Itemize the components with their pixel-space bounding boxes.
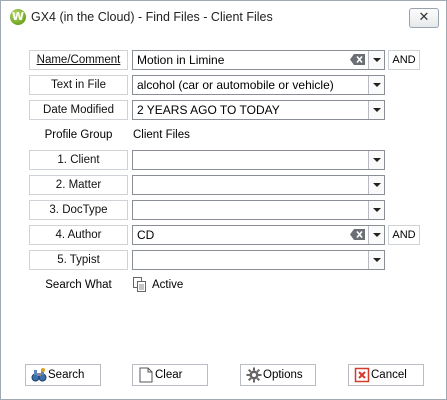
documents-icon — [133, 277, 146, 292]
find-files-dialog: W GX4 (in the Cloud) - Find Files - Clie… — [0, 0, 447, 400]
client-combo[interactable] — [132, 150, 385, 170]
author-combo[interactable]: CD — [132, 225, 385, 245]
text-in-file-label-button[interactable]: Text in File — [29, 75, 128, 95]
typist-combo[interactable] — [132, 250, 385, 270]
date-modified-combo[interactable]: 2 YEARS AGO TO TODAY — [132, 100, 385, 120]
name-comment-label-button[interactable]: Name/Comment — [29, 50, 128, 70]
date-modified-label-button[interactable]: Date Modified — [29, 100, 128, 120]
cancel-x-icon — [354, 367, 370, 383]
author-and-button[interactable]: AND — [388, 225, 420, 245]
chevron-down-icon[interactable] — [368, 151, 384, 169]
author-label-button[interactable]: 4. Author — [29, 225, 128, 245]
chevron-down-icon[interactable] — [368, 251, 384, 269]
matter-label-button[interactable]: 2. Matter — [29, 175, 128, 195]
window-title: GX4 (in the Cloud) - Find Files - Client… — [31, 10, 273, 24]
client-label-button[interactable]: 1. Client — [29, 150, 128, 170]
date-modified-value: 2 YEARS AGO TO TODAY — [137, 103, 280, 117]
title-bar: W GX4 (in the Cloud) - Find Files - Clie… — [1, 1, 446, 35]
cancel-button[interactable]: Cancel — [348, 364, 424, 386]
search-button-label: Search — [48, 369, 85, 381]
date-modified-label: Date Modified — [43, 104, 114, 116]
chevron-down-icon[interactable] — [368, 51, 384, 69]
profile-group-value: Client Files — [133, 129, 190, 141]
typist-label: 5. Typist — [57, 254, 100, 266]
app-logo-icon: W — [10, 9, 26, 25]
author-label: 4. Author — [55, 229, 102, 241]
chevron-down-icon[interactable] — [368, 176, 384, 194]
backspace-x-icon[interactable] — [350, 54, 366, 65]
options-button[interactable]: Options — [240, 364, 316, 386]
text-in-file-value: alcohol (car or automobile or vehicle) — [137, 78, 334, 92]
matter-label: 2. Matter — [55, 179, 102, 191]
chevron-down-icon[interactable] — [368, 101, 384, 119]
matter-combo[interactable] — [132, 175, 385, 195]
doctype-label-button[interactable]: 3. DocType — [29, 200, 128, 220]
search-binoculars-icon — [31, 368, 47, 382]
author-value: CD — [137, 228, 155, 242]
text-in-file-label: Text in File — [51, 79, 106, 91]
close-button[interactable]: ✕ — [409, 8, 439, 28]
name-comment-label: Name/Comment — [36, 54, 121, 66]
search-what-label: Search What — [45, 279, 112, 291]
typist-label-button[interactable]: 5. Typist — [29, 250, 128, 270]
doctype-label: 3. DocType — [49, 204, 108, 216]
name-comment-and-button[interactable]: AND — [388, 50, 420, 70]
text-in-file-combo[interactable]: alcohol (car or automobile or vehicle) — [132, 75, 385, 95]
cancel-button-label: Cancel — [371, 369, 407, 381]
clear-button[interactable]: Clear — [132, 364, 208, 386]
name-comment-combo[interactable]: Motion in Limine — [132, 50, 385, 70]
doctype-combo[interactable] — [132, 200, 385, 220]
search-button[interactable]: Search — [25, 364, 101, 386]
profile-group-label: Profile Group — [44, 129, 113, 141]
backspace-x-icon[interactable] — [350, 229, 366, 240]
gear-icon — [246, 367, 262, 383]
options-button-label: Options — [263, 369, 303, 381]
chevron-down-icon[interactable] — [368, 76, 384, 94]
chevron-down-icon[interactable] — [368, 226, 384, 244]
name-comment-value: Motion in Limine — [137, 53, 225, 67]
chevron-down-icon[interactable] — [368, 201, 384, 219]
clear-page-icon — [139, 367, 153, 383]
clear-button-label: Clear — [155, 369, 183, 381]
client-label: 1. Client — [57, 154, 100, 166]
search-what-value: Active — [152, 279, 184, 291]
